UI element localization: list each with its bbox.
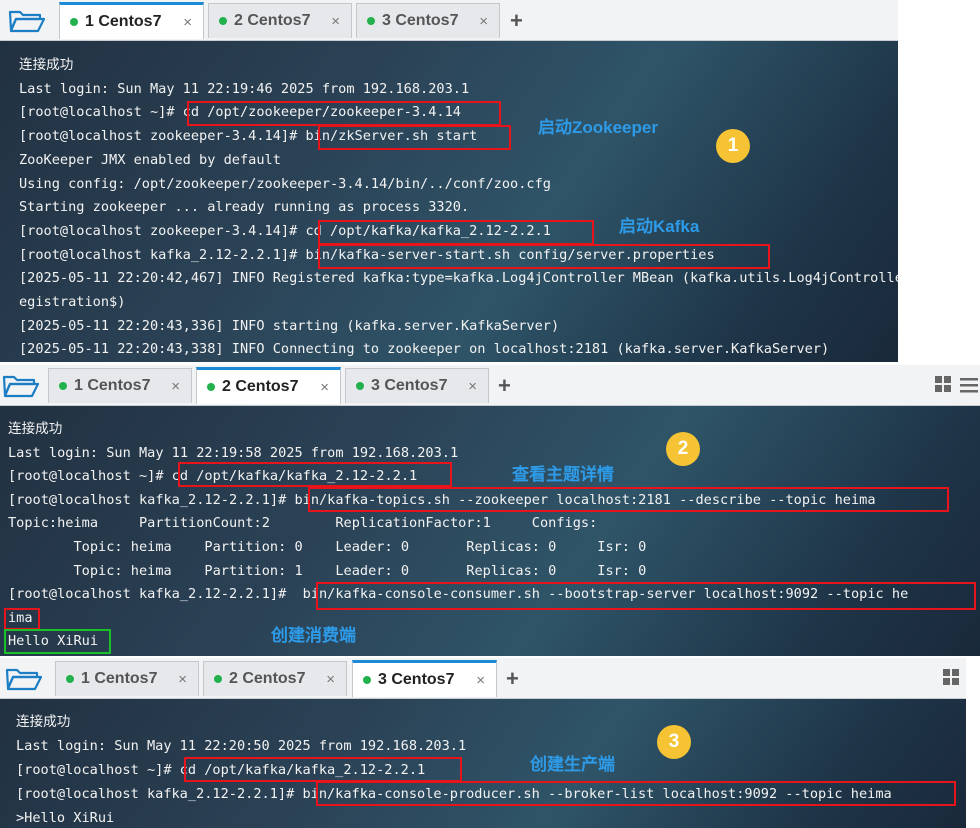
line: [2025-05-11 22:20:43,338] INFO Connectin… bbox=[19, 341, 830, 358]
hamburger-menu-icon[interactable] bbox=[960, 377, 978, 393]
folder-open-icon[interactable] bbox=[8, 8, 46, 34]
highlight-cd-kafka bbox=[178, 462, 452, 487]
line: Using config: /opt/zookeeper/zookeeper-3… bbox=[19, 175, 551, 192]
line: Topic: heima Partition: 0 Leader: 0 Repl… bbox=[8, 538, 647, 555]
line: 连接成功 bbox=[8, 421, 63, 437]
terminal-lines: 连接成功 Last login: Sun May 11 22:19:58 2025… bbox=[8, 418, 908, 654]
close-icon[interactable]: × bbox=[479, 13, 488, 30]
close-icon[interactable]: × bbox=[183, 14, 192, 31]
line: 连接成功 bbox=[16, 714, 71, 730]
tab-label: 1 Centos7 bbox=[81, 670, 158, 687]
tab-centos7-2[interactable]: 2 Centos7 × bbox=[208, 3, 352, 38]
terminal-window-3: 1 Centos7 × 2 Centos7 × 3 Centos7 × + 连接成功 L… bbox=[0, 658, 966, 828]
tab-centos7-1[interactable]: 1 Centos7 × bbox=[55, 661, 199, 696]
connected-status-dot bbox=[66, 675, 74, 683]
annotation-describe-topic: 查看主题详情 bbox=[512, 465, 614, 484]
line: Topic: heima Partition: 1 Leader: 0 Repl… bbox=[8, 562, 647, 579]
tab-label: 2 Centos7 bbox=[234, 12, 311, 29]
tab-centos7-2[interactable]: 2 Centos7 × bbox=[196, 367, 341, 404]
line: Last login: Sun May 11 22:19:58 2025 fro… bbox=[8, 444, 459, 461]
annotation-start-zookeeper: 启动Zookeeper bbox=[538, 118, 658, 137]
tab-centos7-1[interactable]: 1 Centos7 × bbox=[48, 368, 192, 403]
grid-layout-icon[interactable] bbox=[942, 668, 960, 686]
connected-status-dot bbox=[59, 382, 67, 390]
terminal-output[interactable]: 连接成功 Last login: Sun May 11 22:20:50 2025… bbox=[0, 699, 966, 828]
tab-centos7-2[interactable]: 2 Centos7 × bbox=[203, 661, 347, 696]
folder-open-icon[interactable] bbox=[5, 666, 43, 692]
connected-status-dot bbox=[367, 17, 375, 25]
close-icon[interactable]: × bbox=[171, 378, 180, 395]
line: 连接成功 bbox=[19, 57, 74, 73]
annotation-create-producer: 创建生产端 bbox=[530, 755, 615, 774]
tab-bar: 1 Centos7 × 2 Centos7 × 3 Centos7 × + bbox=[0, 658, 966, 699]
step-badge-1: 1 bbox=[716, 129, 750, 163]
line: Topic:heima PartitionCount:2 Replication… bbox=[8, 515, 598, 532]
close-icon[interactable]: × bbox=[178, 671, 187, 688]
close-icon[interactable]: × bbox=[468, 378, 477, 395]
plus-icon[interactable]: + bbox=[498, 373, 511, 399]
plus-icon[interactable]: + bbox=[506, 666, 519, 692]
close-icon[interactable]: × bbox=[326, 671, 335, 688]
line: Starting zookeeper ... already running a… bbox=[19, 199, 470, 216]
step-badge-2: 2 bbox=[666, 432, 700, 466]
highlight-received-message bbox=[4, 629, 111, 654]
tab-label: 3 Centos7 bbox=[371, 377, 448, 394]
line: Hello XiRui bbox=[8, 633, 99, 650]
terminal-window-1: 1 Centos7 × 2 Centos7 × 3 Centos7 × + 连接成功 L… bbox=[0, 0, 898, 362]
connected-status-dot bbox=[214, 675, 222, 683]
line: Last login: Sun May 11 22:19:46 2025 fro… bbox=[19, 80, 470, 97]
folder-open-icon[interactable] bbox=[2, 373, 40, 399]
connected-status-dot bbox=[356, 382, 364, 390]
tab-label: 3 Centos7 bbox=[382, 12, 459, 29]
line: [2025-05-11 22:20:43,336] INFO starting … bbox=[19, 317, 560, 334]
tab-label: 1 Centos7 bbox=[85, 13, 162, 30]
highlight-kafka-topics-describe bbox=[308, 487, 949, 512]
tab-centos7-3[interactable]: 3 Centos7 × bbox=[352, 660, 497, 697]
line: [root@localhost ~]# cd /opt/kafka/kafka_… bbox=[8, 468, 418, 485]
highlight-cd-kafka bbox=[184, 757, 462, 782]
close-icon[interactable]: × bbox=[320, 379, 329, 396]
grid-layout-icon[interactable] bbox=[934, 375, 952, 393]
tab-label: 1 Centos7 bbox=[74, 377, 151, 394]
line: ima bbox=[8, 609, 33, 626]
connected-status-dot bbox=[363, 676, 371, 684]
highlight-console-producer bbox=[316, 781, 956, 806]
tab-label: 2 Centos7 bbox=[222, 378, 299, 395]
tab-centos7-1[interactable]: 1 Centos7 × bbox=[59, 2, 204, 39]
highlight-console-consumer bbox=[316, 582, 976, 610]
tab-bar: 1 Centos7 × 2 Centos7 × 3 Centos7 × + bbox=[0, 365, 980, 406]
step-badge-3: 3 bbox=[657, 725, 691, 759]
close-icon[interactable]: × bbox=[331, 13, 340, 30]
tab-label: 2 Centos7 bbox=[229, 670, 306, 687]
line: [2025-05-11 22:20:42,467] INFO Registere… bbox=[19, 270, 898, 287]
tab-centos7-3[interactable]: 3 Centos7 × bbox=[345, 368, 489, 403]
terminal-window-2: 1 Centos7 × 2 Centos7 × 3 Centos7 × + 连接成功 L… bbox=[0, 365, 980, 656]
highlight-zkserver-start bbox=[318, 125, 511, 150]
highlight-consumer-wrap bbox=[4, 608, 40, 630]
highlight-kafka-server-start bbox=[318, 244, 770, 269]
annotation-create-consumer: 创建消费端 bbox=[271, 626, 356, 645]
highlight-cd-kafka bbox=[318, 220, 594, 245]
terminal-output[interactable]: 连接成功 Last login: Sun May 11 22:19:58 2025… bbox=[0, 406, 980, 656]
line: ZooKeeper JMX enabled by default bbox=[19, 151, 281, 168]
connected-status-dot bbox=[219, 17, 227, 25]
annotation-start-kafka: 启动Kafka bbox=[619, 217, 700, 236]
line: egistration$) bbox=[19, 294, 126, 311]
highlight-cd-zookeeper bbox=[187, 101, 501, 126]
plus-icon[interactable]: + bbox=[510, 8, 523, 34]
close-icon[interactable]: × bbox=[476, 672, 485, 689]
line: >Hello XiRui bbox=[16, 810, 115, 826]
terminal-output[interactable]: 连接成功 Last login: Sun May 11 22:19:46 2025… bbox=[0, 41, 898, 362]
tab-label: 3 Centos7 bbox=[378, 671, 455, 688]
tab-centos7-3[interactable]: 3 Centos7 × bbox=[356, 3, 500, 38]
line: Last login: Sun May 11 22:20:50 2025 fro… bbox=[16, 738, 467, 754]
connected-status-dot bbox=[207, 383, 215, 391]
connected-status-dot bbox=[70, 18, 78, 26]
tab-bar: 1 Centos7 × 2 Centos7 × 3 Centos7 × + bbox=[0, 0, 898, 41]
